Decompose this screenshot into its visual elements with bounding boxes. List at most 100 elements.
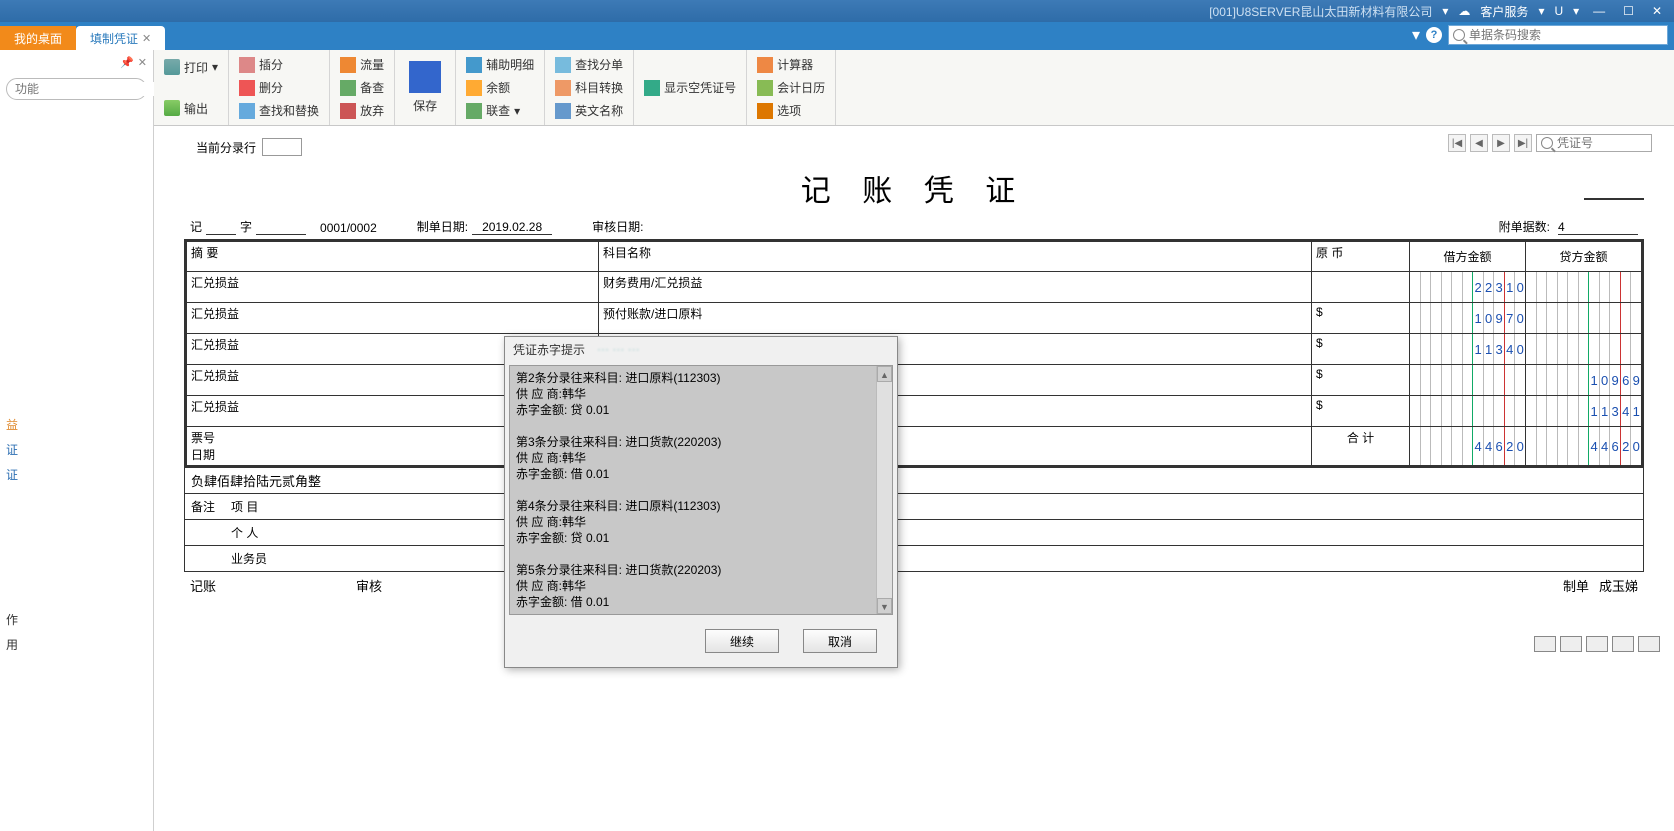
calc-icon [757,57,773,73]
make-date-value[interactable]: 2019.02.28 [472,220,552,235]
cell-currency[interactable]: $ [1312,396,1410,427]
cell-debit[interactable]: 10970 [1410,303,1526,334]
export-button[interactable]: 输出 [162,98,220,119]
cell-currency[interactable]: $ [1312,365,1410,396]
abandon-button[interactable]: 放弃 [338,100,386,121]
cell-credit[interactable] [1526,303,1642,334]
pin-icon[interactable]: 📌 [120,56,134,69]
col-account: 科目名称 [599,242,1312,272]
cell-account[interactable]: 财务费用/汇兑损益 [599,272,1312,303]
scrollbar[interactable]: ▲ ▼ [876,366,892,614]
tab-close-icon[interactable]: ✕ [142,32,151,45]
tab-desktop[interactable]: 我的桌面 [0,26,76,50]
calculator-button[interactable]: 计算器 [755,54,827,75]
dialog-title-bar[interactable]: 凭证赤字提示 ··· ··· ··· [505,337,897,361]
calendar-button[interactable]: 会计日历 [755,77,827,98]
cell-account[interactable]: 预付账款/进口原料 [599,303,1312,334]
cell-debit[interactable] [1410,396,1526,427]
tree-node[interactable]: 用 [6,632,147,657]
cell-debit[interactable]: 11340 [1410,334,1526,365]
badge-icon[interactable] [1534,636,1556,652]
dropdown-icon[interactable]: ▾ [514,104,520,118]
badge-icon[interactable] [1586,636,1608,652]
dropdown-icon[interactable]: ▾ [212,60,218,74]
link-query-button[interactable]: 联查▾ [464,100,536,121]
cell-credit[interactable]: 11341 [1526,396,1642,427]
cell-credit[interactable] [1526,334,1642,365]
attach-count[interactable]: 4 [1558,220,1638,235]
voucher-type-field[interactable] [206,234,236,235]
col-summary: 摘 要 [187,242,599,272]
cell-currency[interactable] [1312,272,1410,303]
find-replace-button[interactable]: 查找和替换 [237,100,321,121]
help-icon[interactable]: ? [1426,27,1442,43]
cell-debit[interactable]: 22310 [1410,272,1526,303]
cell-credit[interactable] [1526,272,1642,303]
total-credit: 44620 [1526,427,1642,466]
tree-node[interactable]: 作 [6,607,147,632]
voucher-no-input[interactable] [1557,136,1647,150]
tree-node[interactable]: 证 [6,462,147,487]
btn-label: 打印 [184,59,208,76]
options-icon [757,103,773,119]
options-button[interactable]: 选项 [755,100,827,121]
cell-summary[interactable]: 汇兑损益 [187,303,599,334]
cancel-button[interactable]: 取消 [803,629,877,653]
btn-label: 保存 [413,97,437,114]
save-button[interactable]: 保存 [403,54,447,121]
dropdown-icon[interactable]: ▾ [1538,4,1544,18]
current-line-label: 当前分录行 [196,139,256,156]
cell-debit[interactable] [1410,365,1526,396]
tab-label: 填制凭证 [90,30,138,47]
scroll-down-icon[interactable]: ▼ [877,598,892,614]
tab-voucher-entry[interactable]: 填制凭证 ✕ [76,26,165,50]
insert-row-button[interactable]: 插分 [237,54,321,75]
function-search-input[interactable] [15,82,170,96]
close-pane-icon[interactable]: ✕ [138,56,147,69]
function-search[interactable]: ▾ [6,78,147,100]
cell-currency[interactable]: $ [1312,334,1410,365]
voucher-no-search[interactable] [1536,134,1652,152]
prev-button[interactable]: ◀ [1470,134,1488,152]
english-name-button[interactable]: 英文名称 [553,100,625,121]
first-button[interactable]: |◀ [1448,134,1466,152]
close-button[interactable]: ✕ [1648,4,1666,18]
balance-button[interactable]: 余额 [464,77,536,98]
last-button[interactable]: ▶| [1514,134,1532,152]
dropdown-icon[interactable]: ▾ [1442,4,1448,18]
maximize-button[interactable]: ☐ [1619,4,1638,18]
cell-currency[interactable]: $ [1312,303,1410,334]
dialog-title-blur: ··· ··· ··· [597,342,640,356]
delete-row-button[interactable]: 删分 [237,77,321,98]
print-button[interactable]: 打印 ▾ [162,57,220,78]
barcode-search[interactable] [1448,25,1668,45]
badge-icon[interactable] [1638,636,1660,652]
u-label[interactable]: U [1554,4,1563,18]
aux-detail-button[interactable]: 辅助明细 [464,54,536,75]
barcode-input[interactable] [1469,28,1663,42]
badge-icon[interactable] [1560,636,1582,652]
account-convert-button[interactable]: 科目转换 [553,77,625,98]
continue-button[interactable]: 继续 [705,629,779,653]
find-split-button[interactable]: 查找分单 [553,54,625,75]
btn-label: 会计日历 [777,79,825,96]
scroll-up-icon[interactable]: ▲ [877,366,892,382]
cell-credit[interactable]: 10969 [1526,365,1642,396]
balance-icon [466,80,482,96]
cell-summary[interactable]: 汇兑损益 [187,272,599,303]
next-button[interactable]: ▶ [1492,134,1510,152]
minimize-button[interactable]: — [1589,4,1609,18]
abandon-icon [340,103,356,119]
service-label[interactable]: 客户服务 [1480,3,1528,20]
show-empty-voucher-button[interactable]: 显示空凭证号 [642,54,738,121]
flow-button[interactable]: 流量 [338,54,386,75]
tree-node[interactable]: 证 [6,437,147,462]
current-line-input[interactable] [262,138,302,156]
dropdown-icon[interactable]: ▾ [1412,25,1420,45]
voucher-seq-underline [256,234,306,235]
tree-node[interactable]: 益 [6,412,147,437]
badge-icon[interactable] [1612,636,1634,652]
sign-book: 记账 [190,576,216,595]
dropdown-icon[interactable]: ▾ [1573,4,1579,18]
audit-button[interactable]: 备查 [338,77,386,98]
